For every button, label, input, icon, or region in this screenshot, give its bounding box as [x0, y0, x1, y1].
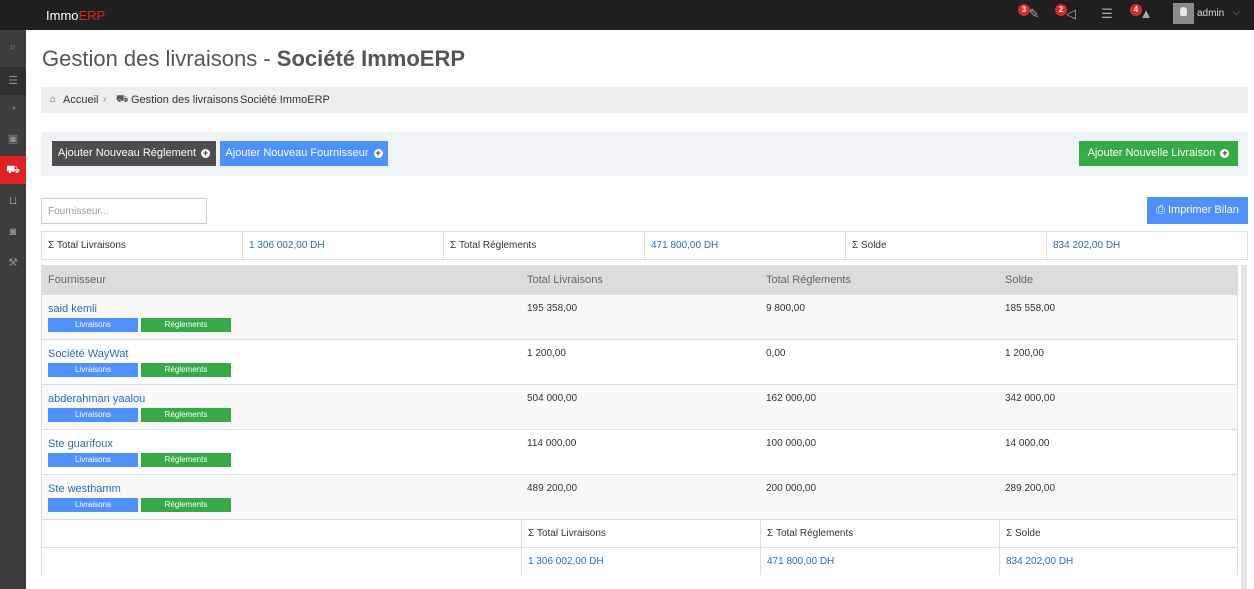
supplier-balance: 1 200,00	[1005, 348, 1044, 359]
menu-icon[interactable]: ☰	[0, 67, 26, 95]
supplier-total-payments: 9 800,00	[766, 303, 805, 314]
supplier-total-payments: 100 000,00	[766, 438, 817, 449]
footer-total-payments-value: 471 800,00 DH	[760, 548, 999, 575]
table-row: Ste westhamm Livraisons Réglements 489 2…	[42, 474, 1237, 519]
table-footer-labels: Σ Total Livraisons Σ Total Réglements Σ …	[42, 519, 1237, 547]
supplier-balance: 342 000,00	[1005, 393, 1056, 404]
deliveries-button[interactable]: Livraisons	[48, 318, 138, 332]
suppliers-table: Fournisseur Total Livraisons Total Régle…	[41, 265, 1238, 575]
table-footer-values: 1 306 002,00 DH 471 800,00 DH 834 202,00…	[42, 547, 1237, 575]
tasks-icon[interactable]: ✎ 3	[1018, 4, 1042, 21]
breadcrumb-section[interactable]: Gestion des livraisons	[131, 94, 239, 106]
plus-circle-icon: +	[373, 148, 383, 158]
deliveries-button[interactable]: Livraisons	[48, 363, 138, 377]
wrench-icon[interactable]: ⚒	[0, 249, 26, 277]
supplier-total-deliveries: 489 200,00	[527, 483, 578, 494]
table-row: Société WayWat Livraisons Réglements 1 2…	[42, 339, 1237, 384]
deliveries-button[interactable]: Livraisons	[48, 498, 138, 512]
print-icon: ⎙	[1156, 204, 1165, 216]
user-avatar[interactable]	[1173, 3, 1194, 24]
breadcrumb: ⌂ Accueil › ⛟ Gestion des livraisons Soc…	[41, 87, 1248, 113]
total-payments-value: 471 800,00 DH	[645, 232, 846, 259]
home-icon: ⌂	[50, 94, 57, 105]
breadcrumb-separator: ›	[103, 94, 107, 105]
header-total-deliveries: Total Livraisons	[527, 274, 603, 286]
warning-badge: 4	[1130, 4, 1142, 16]
plus-circle-icon: +	[201, 148, 211, 158]
user-name[interactable]: admin	[1197, 8, 1224, 19]
dashboard-icon[interactable]: ◔	[0, 95, 26, 123]
supplier-balance: 289 200,00	[1005, 483, 1056, 494]
total-payments-label: Σ Total Réglements	[444, 232, 645, 259]
add-supplier-button[interactable]: Ajouter Nouveau Fournisseur +	[220, 141, 388, 166]
breadcrumb-home[interactable]: Accueil	[63, 94, 98, 106]
supplier-name-link[interactable]: abderahman yaalou	[48, 393, 145, 405]
plus-circle-icon: +	[1220, 148, 1230, 158]
supplier-name-link[interactable]: Ste westhamm	[48, 483, 121, 495]
supplier-balance: 14 000,00	[1005, 438, 1050, 449]
footer-total-deliveries-value: 1 306 002,00 DH	[521, 548, 760, 575]
payments-button[interactable]: Réglements	[141, 453, 231, 467]
balance-value: 834 202,00 DH	[1053, 240, 1121, 251]
breadcrumb-current: Société ImmoERP	[240, 94, 330, 106]
table-row: abderahman yaalou Livraisons Réglements …	[42, 384, 1237, 429]
search-icon[interactable]: ⌕	[0, 33, 26, 61]
add-payment-button[interactable]: Ajouter Nouveau Réglement +	[52, 141, 216, 166]
truck-icon[interactable]: ⛟	[0, 156, 26, 184]
deliveries-button[interactable]: Livraisons	[48, 408, 138, 422]
total-deliveries-label: Σ Total Livraisons	[42, 232, 243, 259]
announcement-badge: 2	[1055, 4, 1067, 16]
supplier-name-link[interactable]: Société WayWat	[48, 348, 129, 360]
table-header: Fournisseur Total Livraisons Total Régle…	[42, 266, 1237, 295]
supplier-total-deliveries: 114 000,00	[527, 438, 577, 449]
footer-total-deliveries-label: Σ Total Livraisons	[521, 520, 760, 547]
app-logo[interactable]: ImmoERP	[46, 8, 105, 23]
print-report-button[interactable]: ⎙ Imprimer Bilan	[1147, 197, 1248, 224]
supplier-name-link[interactable]: Ste guarifoux	[48, 438, 113, 450]
supplier-total-payments: 162 000,00	[766, 393, 817, 404]
table-row: Ste guarifoux Livraisons Réglements 114 …	[42, 429, 1237, 474]
total-deliveries-value: 1 306 002,00 DH	[243, 232, 444, 259]
balance-label: Σ Solde	[846, 232, 1047, 259]
cart-icon[interactable]: ⊔	[0, 187, 26, 215]
supplier-total-deliveries: 195 358,00	[527, 303, 578, 314]
header-balance: Solde	[1005, 274, 1034, 286]
supplier-name-link[interactable]: said kemli	[48, 303, 97, 315]
add-delivery-button[interactable]: Ajouter Nouvelle Livraison +	[1079, 141, 1238, 166]
footer-balance-label: Σ Solde	[999, 520, 1237, 547]
supplier-total-payments: 200 000,00	[766, 483, 817, 494]
payments-button[interactable]: Réglements	[141, 498, 231, 512]
table-scrollbar[interactable]	[1241, 265, 1247, 589]
tasks-badge: 3	[1018, 4, 1030, 16]
header-total-payments: Total Réglements	[766, 274, 851, 286]
truck-icon: ⛟	[116, 94, 129, 105]
header-supplier: Fournisseur	[48, 274, 107, 286]
page-title: Gestion des livraisons - Société ImmoERP	[42, 46, 466, 71]
action-bar: Ajouter Nouveau Réglement + Ajouter Nouv…	[41, 132, 1248, 176]
supplier-total-deliveries: 504 000,00	[527, 393, 578, 404]
payments-button[interactable]: Réglements	[141, 408, 231, 422]
supplier-total-deliveries: 1 200,00	[527, 348, 566, 359]
briefcase-icon[interactable]: ▣	[0, 125, 26, 153]
footer-balance-value: 834 202,00 DH	[999, 548, 1237, 575]
table-row: said kemli Livraisons Réglements 195 358…	[42, 294, 1237, 339]
chevron-down-icon[interactable]: ⌵	[1233, 7, 1240, 18]
deliveries-button[interactable]: Livraisons	[48, 453, 138, 467]
announcement-icon[interactable]: ◁ 2	[1055, 4, 1079, 21]
payments-button[interactable]: Réglements	[141, 363, 231, 377]
sidebar: ⌕ ☰ ◔ ▣ ⛟ ⊔ ◙ ⚒	[0, 30, 26, 589]
list-icon[interactable]: ☰	[1099, 7, 1115, 21]
payments-button[interactable]: Réglements	[141, 318, 231, 332]
top-navbar: ImmoERP ✎ 3 ◁ 2 ☰ ▲ 4 admin ⌵	[0, 0, 1254, 30]
supplier-search-input[interactable]	[41, 198, 207, 224]
totals-summary: Σ Total Livraisons 1 306 002,00 DH Σ Tot…	[41, 231, 1248, 260]
money-icon[interactable]: ◙	[0, 218, 26, 246]
supplier-total-payments: 0,00	[766, 348, 786, 359]
supplier-balance: 185 558,00	[1005, 303, 1056, 314]
warning-icon[interactable]: ▲ 4	[1130, 4, 1154, 21]
footer-total-payments-label: Σ Total Réglements	[760, 520, 999, 547]
